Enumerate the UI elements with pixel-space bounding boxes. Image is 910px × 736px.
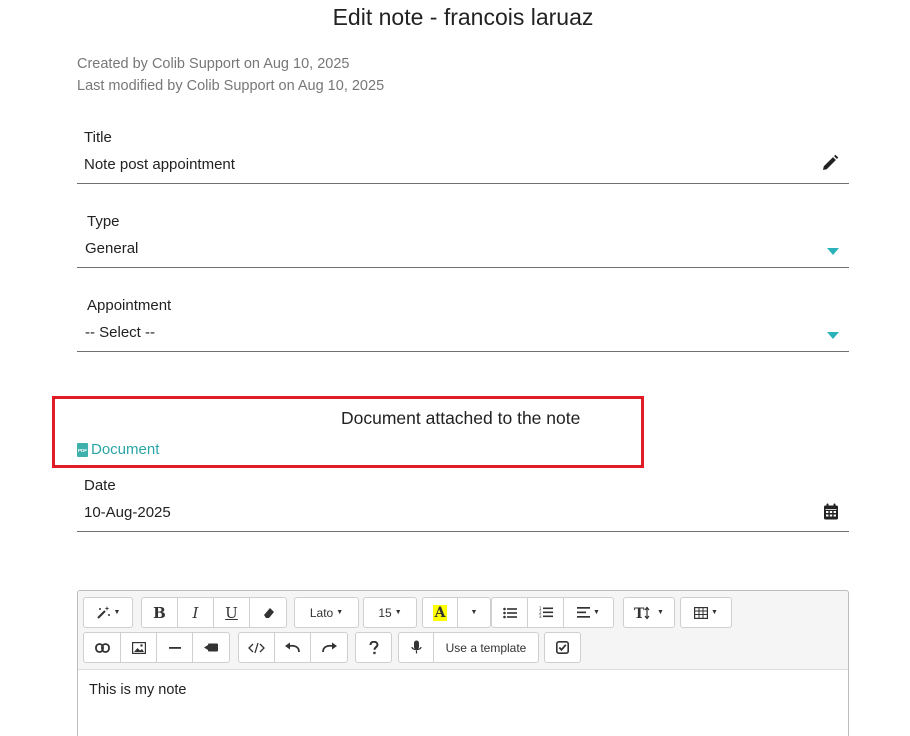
table-icon bbox=[694, 606, 709, 619]
magic-wand-icon bbox=[96, 606, 110, 619]
appointment-select[interactable]: Appointment -- Select -- bbox=[77, 294, 849, 352]
font-family-label: Lato bbox=[309, 605, 334, 620]
editor-toolbar: ▼ B I U Lato ▼ 15 ▼ A ▼ 1 2 3 ▼ T ▼ ▼ Us… bbox=[78, 591, 848, 670]
type-label: Type bbox=[87, 213, 120, 230]
horizontal-rule-icon bbox=[168, 646, 181, 649]
created-info: Created by Colib Support on Aug 10, 2025 bbox=[77, 56, 350, 72]
table-dropdown[interactable]: ▼ bbox=[680, 597, 732, 628]
checkbox-icon bbox=[556, 641, 569, 654]
type-value[interactable]: General bbox=[85, 240, 138, 257]
magic-style-button[interactable]: ▼ bbox=[83, 597, 133, 628]
document-heading: Document attached to the note bbox=[341, 408, 581, 428]
page-title: Edit note - francois laruaz bbox=[332, 4, 594, 30]
question-icon bbox=[369, 640, 379, 654]
checklist-button[interactable] bbox=[544, 632, 581, 663]
undo-button[interactable] bbox=[274, 632, 311, 663]
note-editor[interactable]: ▼ B I U Lato ▼ 15 ▼ A ▼ 1 2 3 ▼ T ▼ ▼ Us… bbox=[77, 590, 849, 736]
undo-icon bbox=[285, 642, 300, 653]
chevron-down-icon[interactable] bbox=[827, 332, 839, 339]
document-link[interactable]: Document bbox=[77, 441, 159, 458]
type-select[interactable]: Type General bbox=[77, 210, 849, 268]
text-height-icon: T bbox=[634, 606, 650, 620]
redo-icon bbox=[321, 642, 337, 653]
eraser-icon bbox=[263, 608, 274, 618]
italic-icon: I bbox=[192, 603, 199, 622]
svg-text:T: T bbox=[634, 606, 645, 620]
bulleted-list-button[interactable] bbox=[491, 597, 528, 628]
highlight-icon: A bbox=[432, 604, 448, 621]
numbered-list-button[interactable]: 123 bbox=[527, 597, 564, 628]
use-template-button[interactable]: Use a template bbox=[433, 632, 539, 663]
font-size-label: 15 bbox=[378, 605, 392, 620]
title-label: Title bbox=[84, 129, 112, 146]
video-icon bbox=[204, 643, 218, 652]
pencil-icon[interactable] bbox=[821, 154, 839, 177]
font-family-dropdown[interactable]: Lato ▼ bbox=[294, 597, 359, 628]
underline-button[interactable]: U bbox=[213, 597, 250, 628]
font-size-dropdown[interactable]: 15 ▼ bbox=[363, 597, 417, 628]
chevron-down-icon[interactable] bbox=[827, 248, 839, 255]
bulleted-list-icon bbox=[502, 607, 517, 618]
date-field[interactable]: Date 10-Aug-2025 bbox=[77, 474, 849, 532]
redo-button[interactable] bbox=[310, 632, 348, 663]
horizontal-rule-button[interactable] bbox=[156, 632, 193, 663]
code-icon bbox=[248, 642, 265, 653]
title-input[interactable]: Note post appointment bbox=[84, 156, 235, 173]
align-left-icon bbox=[577, 607, 591, 618]
title-field[interactable]: Title Note post appointment bbox=[77, 126, 849, 184]
svg-text:3: 3 bbox=[539, 614, 542, 619]
microphone-icon bbox=[410, 640, 422, 654]
clear-format-button[interactable] bbox=[249, 597, 287, 628]
image-icon bbox=[131, 641, 146, 654]
help-button[interactable] bbox=[355, 632, 392, 663]
bold-icon: B bbox=[153, 603, 166, 622]
paragraph-align-dropdown[interactable]: ▼ bbox=[563, 597, 614, 628]
calendar-icon[interactable] bbox=[823, 503, 839, 525]
highlight-color-button[interactable]: A bbox=[422, 597, 458, 628]
appointment-value[interactable]: -- Select -- bbox=[85, 324, 155, 341]
italic-button[interactable]: I bbox=[177, 597, 214, 628]
insert-image-button[interactable] bbox=[120, 632, 157, 663]
use-template-label: Use a template bbox=[445, 640, 527, 655]
pdf-file-icon bbox=[77, 442, 88, 457]
editor-content[interactable]: This is my note bbox=[89, 682, 187, 698]
link-icon bbox=[94, 642, 110, 653]
modified-info: Last modified by Colib Support on Aug 10… bbox=[77, 78, 385, 94]
text-size-dropdown[interactable]: T ▼ bbox=[623, 597, 675, 628]
date-label: Date bbox=[84, 477, 116, 494]
bold-button[interactable]: B bbox=[141, 597, 178, 628]
dictation-button[interactable] bbox=[398, 632, 434, 663]
date-input[interactable]: 10-Aug-2025 bbox=[84, 504, 171, 521]
appointment-label: Appointment bbox=[87, 297, 172, 314]
code-view-button[interactable] bbox=[238, 632, 275, 663]
document-link-label[interactable]: Document bbox=[91, 441, 159, 458]
underline-icon: U bbox=[225, 603, 238, 622]
insert-video-button[interactable] bbox=[192, 632, 230, 663]
insert-link-button[interactable] bbox=[83, 632, 121, 663]
color-dropdown-button[interactable]: ▼ bbox=[457, 597, 491, 628]
numbered-list-icon: 123 bbox=[539, 606, 553, 619]
